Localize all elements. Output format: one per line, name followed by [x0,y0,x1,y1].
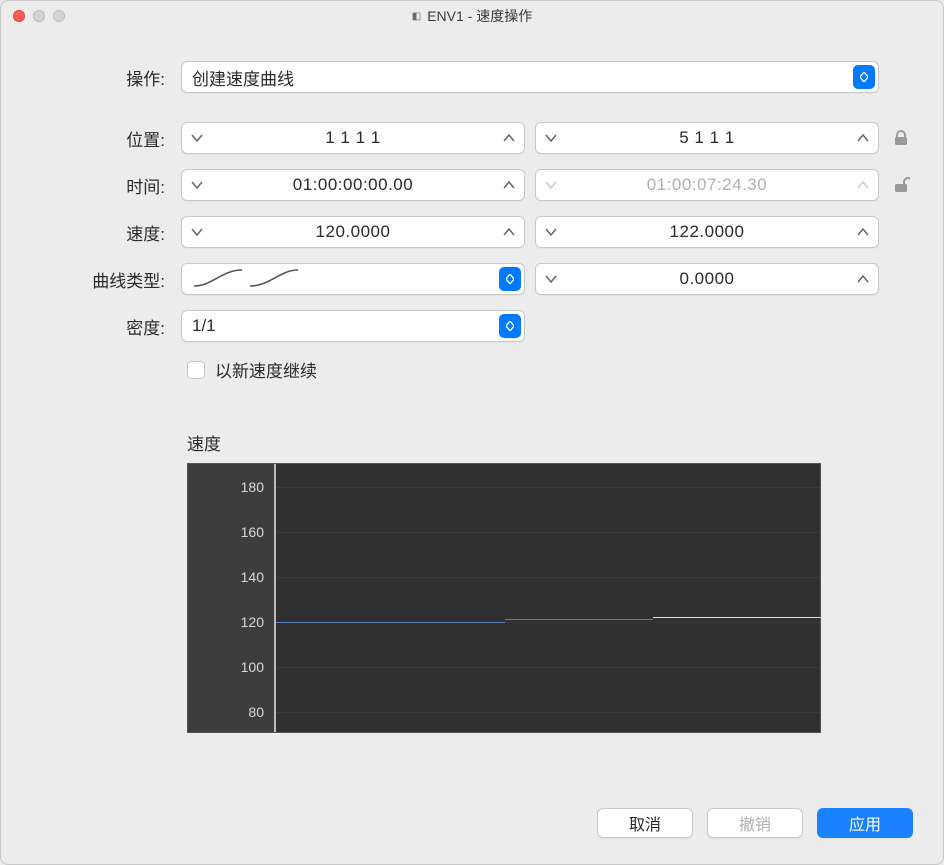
apply-button[interactable]: 应用 [817,808,913,838]
curve-param-stepper[interactable]: 0.0000 [535,263,879,295]
continue-new-speed-checkbox[interactable] [187,361,205,379]
row-speed: 速度: 120.0000 122.0000 [31,216,913,248]
speed-right-stepper[interactable]: 122.0000 [535,216,879,248]
zoom-icon [53,10,65,22]
close-icon[interactable] [13,10,25,22]
label-speed: 速度: [31,220,171,245]
label-time: 时间: [31,173,171,198]
chevron-up-icon[interactable] [848,123,878,153]
row-time: 时间: 01:00:00:00.00 01:00:07:24.30 [31,169,913,201]
chevron-down-icon[interactable] [536,264,566,294]
ytick-label: 100 [241,659,264,675]
row-operation: 操作: 创建速度曲线 [31,61,913,93]
chevron-updown-icon [499,267,521,291]
chevron-up-icon[interactable] [848,217,878,247]
chart-yaxis: 80 100 120 140 160 180 [188,464,276,732]
density-dropdown[interactable]: 1/1 [181,310,525,342]
chevron-up-icon[interactable] [494,123,524,153]
tempo-chart: 80 100 120 140 160 180 [187,463,821,733]
curve-shape-icon [192,266,302,288]
chart-plot[interactable] [276,464,820,732]
chevron-updown-icon [853,65,875,89]
chevron-up-icon[interactable] [494,170,524,200]
row-curve: 曲线类型: [31,263,913,295]
chevron-down-icon [536,170,566,200]
lock-position[interactable] [889,129,913,147]
position-right-stepper[interactable]: 5 1 1 1 [535,122,879,154]
ytick-label: 180 [241,479,264,495]
continue-new-speed-label: 以新速度继续 [215,357,317,382]
lock-time[interactable] [889,176,913,194]
row-density: 密度: 1/1 [31,310,913,342]
row-continue-checkbox: 以新速度继续 [31,357,913,382]
chevron-up-icon [848,170,878,200]
chevron-up-icon[interactable] [848,264,878,294]
ytick-label: 160 [241,524,264,540]
undo-button: 撤销 [707,808,803,838]
time-right-value: 01:00:07:24.30 [566,175,848,195]
position-left-stepper[interactable]: 1 1 1 1 [181,122,525,154]
titlebar: ◧ ENV1 - 速度操作 [1,1,943,31]
chevron-down-icon[interactable] [182,170,212,200]
time-left-value: 01:00:00:00.00 [212,175,494,195]
position-left-value: 1 1 1 1 [212,128,494,148]
position-right-value: 5 1 1 1 [566,128,848,148]
ytick-label: 140 [241,569,264,585]
content-area: 操作: 创建速度曲线 位置: 1 1 1 1 [1,31,943,788]
lock-closed-icon [892,129,910,147]
operation-dropdown[interactable]: 创建速度曲线 [181,61,879,93]
time-left-stepper[interactable]: 01:00:00:00.00 [181,169,525,201]
lock-open-icon [892,176,910,194]
speed-left-stepper[interactable]: 120.0000 [181,216,525,248]
ytick-label: 80 [248,704,264,720]
proxy-icon: ◧ [412,11,421,22]
curve-type-value [192,266,499,293]
chevron-down-icon[interactable] [182,217,212,247]
ytick-label: 120 [241,614,264,630]
density-value: 1/1 [192,316,499,336]
label-density: 密度: [31,314,171,339]
speed-section-label: 速度 [31,430,913,455]
label-position: 位置: [31,126,171,151]
chevron-up-icon[interactable] [494,217,524,247]
operation-value: 创建速度曲线 [192,65,853,90]
curve-param-value: 0.0000 [566,269,848,289]
row-position: 位置: 1 1 1 1 5 1 1 1 [31,122,913,154]
label-curve: 曲线类型: [31,267,171,292]
traffic-lights [13,10,65,22]
chevron-down-icon[interactable] [536,123,566,153]
label-operation: 操作: [31,65,171,90]
speed-left-value: 120.0000 [212,222,494,242]
minimize-icon [33,10,45,22]
time-right-stepper: 01:00:07:24.30 [535,169,879,201]
chevron-down-icon[interactable] [536,217,566,247]
window-title-text: ENV1 - 速度操作 [427,6,532,26]
dialog-window: ◧ ENV1 - 速度操作 操作: 创建速度曲线 位置: 1 1 1 1 [0,0,944,865]
window-title: ◧ ENV1 - 速度操作 [1,6,943,26]
footer-buttons: 取消 撤销 应用 [1,788,943,864]
curve-type-dropdown[interactable] [181,263,525,295]
chevron-down-icon[interactable] [182,123,212,153]
cancel-button[interactable]: 取消 [597,808,693,838]
speed-right-value: 122.0000 [566,222,848,242]
chevron-updown-icon [499,314,521,338]
